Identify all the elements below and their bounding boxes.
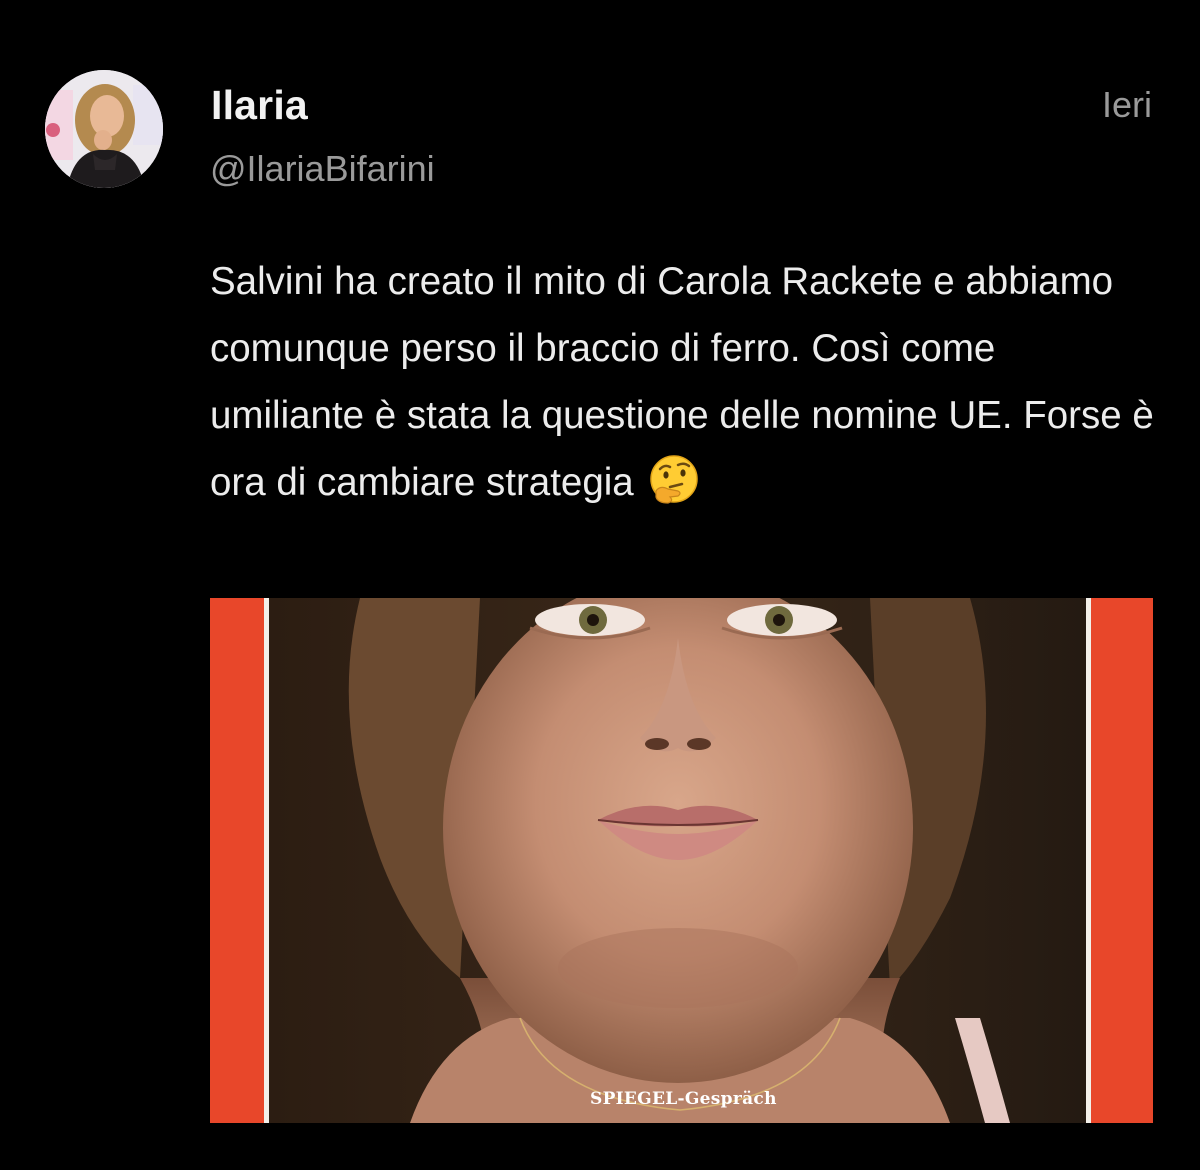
timestamp: Ieri [1101, 84, 1152, 125]
tweet-text: Salvini ha creato il mito di Carola Rack… [210, 248, 1160, 516]
magazine-caption: SPIEGEL-Gespräch [590, 1089, 777, 1109]
avatar[interactable] [45, 70, 163, 188]
tweet-media-image[interactable]: SPIEGEL-Gespräch [210, 598, 1153, 1123]
thinking-face-emoji-icon [648, 453, 700, 505]
magazine-cover-photo [210, 598, 1153, 1123]
display-name[interactable]: Ilaria [211, 82, 308, 129]
tweet-card[interactable]: Ilaria @IlariaBifarini Ieri Salvini ha c… [0, 0, 1200, 1170]
user-handle[interactable]: @IlariaBifarini [210, 148, 435, 190]
avatar-image [45, 70, 163, 188]
